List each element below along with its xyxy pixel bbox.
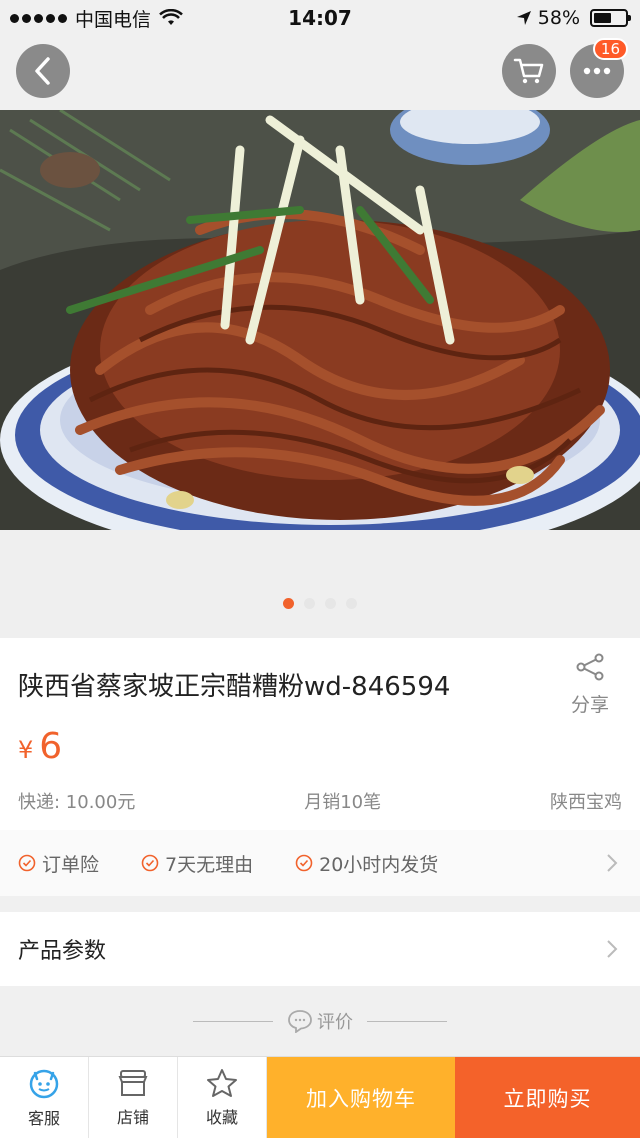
product-meta: 快递: 10.00元 月销10笔 陕西宝鸡 (18, 788, 622, 814)
divider-line (193, 1020, 273, 1022)
favorite-button[interactable]: 收藏 (178, 1057, 267, 1138)
check-circle-icon (141, 854, 159, 872)
price-value: 6 (39, 726, 63, 767)
guarantee-label: 订单险 (42, 853, 100, 876)
ship-from-location: 陕西宝鸡 (549, 792, 622, 813)
noodle-dish-photo (0, 110, 640, 530)
status-right: 58% (516, 0, 631, 36)
review-section-header: 评价 (0, 994, 640, 1048)
divider-line (367, 1020, 447, 1022)
more-button[interactable]: 16 (570, 38, 628, 98)
cart-icon (513, 58, 544, 84)
back-button[interactable] (16, 44, 70, 98)
share-button[interactable]: 分享 (560, 652, 620, 717)
status-bar: 中国电信 14:07 58% (0, 0, 640, 36)
shipping-fee: 快递: 10.00元 (18, 792, 136, 813)
star-icon (207, 1069, 237, 1097)
comment-icon (288, 1010, 312, 1033)
more-dots-icon (583, 67, 611, 75)
share-label: 分享 (570, 694, 609, 716)
battery-percent: 58% (537, 7, 580, 29)
product-params-row[interactable]: 产品参数 (0, 912, 640, 986)
store-icon (118, 1070, 148, 1096)
pager-dot[interactable] (325, 598, 336, 609)
cart-button[interactable] (502, 44, 556, 98)
params-label: 产品参数 (18, 939, 107, 964)
guarantee-item: 7天无理由 (141, 850, 253, 877)
product-title: 陕西省蔡家坡正宗醋糟粉wd-846594 (18, 672, 451, 702)
service-guarantees[interactable]: 订单险 7天无理由 20小时内发货 (0, 830, 640, 896)
share-icon (576, 653, 604, 681)
battery-fill (594, 13, 612, 23)
customer-service-button[interactable]: 客服 (0, 1057, 89, 1138)
notification-badge: 16 (592, 38, 628, 60)
service-label: 客服 (27, 1109, 60, 1128)
location-arrow-icon (516, 11, 531, 25)
review-label: 评价 (317, 1012, 353, 1033)
pager-dot[interactable] (304, 598, 315, 609)
chevron-right-icon (607, 854, 618, 872)
product-image[interactable] (0, 110, 640, 530)
guarantee-label: 7天无理由 (165, 853, 254, 876)
guarantee-label: 20小时内发货 (319, 853, 439, 876)
check-circle-icon (295, 854, 313, 872)
product-price: ¥ 6 (18, 726, 62, 767)
buy-now-button[interactable]: 立即购买 (455, 1057, 640, 1138)
store-label: 店铺 (116, 1108, 149, 1127)
pager-dot[interactable] (346, 598, 357, 609)
product-info: 陕西省蔡家坡正宗醋糟粉wd-846594 分享 ¥ 6 快递: 10.00元 月… (0, 638, 640, 830)
currency-symbol: ¥ (18, 736, 34, 764)
chevron-right-icon (607, 940, 618, 958)
store-button[interactable]: 店铺 (89, 1057, 178, 1138)
monthly-sales: 月销10笔 (304, 792, 382, 813)
bottom-action-bar: 客服 店铺 收藏 加入购物车 立即购买 (0, 1056, 640, 1138)
check-circle-icon (18, 854, 36, 872)
chevron-left-icon (35, 57, 50, 85)
add-to-cart-button[interactable]: 加入购物车 (267, 1057, 455, 1138)
wifi-icon (159, 9, 183, 25)
status-left: 中国电信 (10, 0, 183, 36)
pager-dot[interactable] (283, 598, 294, 609)
battery-icon (590, 9, 631, 27)
gallery-pager[interactable] (0, 598, 640, 609)
customer-service-icon (29, 1069, 59, 1099)
guarantee-item: 20小时内发货 (295, 850, 438, 877)
favorite-label: 收藏 (205, 1108, 238, 1127)
signal-icon (10, 13, 67, 23)
carrier-label: 中国电信 (75, 8, 152, 31)
guarantee-item: 订单险 (18, 850, 99, 877)
gallery-pager-area (0, 530, 640, 638)
